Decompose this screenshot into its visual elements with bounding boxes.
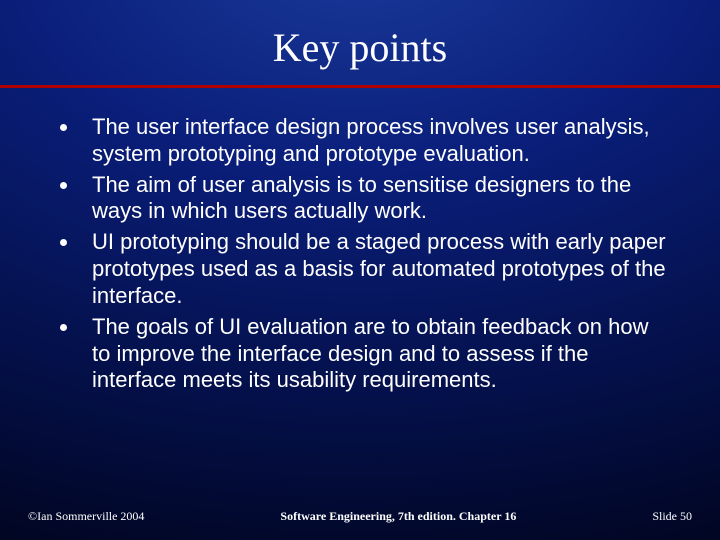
bullet-text: The user interface design process involv… xyxy=(92,114,650,166)
slide: Key points The user interface design pro… xyxy=(0,0,720,540)
bullet-text: UI prototyping should be a staged proces… xyxy=(92,229,666,308)
bullet-text: The aim of user analysis is to sensitise… xyxy=(92,172,631,224)
footer-book-chapter: Software Engineering, 7th edition. Chapt… xyxy=(280,509,516,524)
list-item: The goals of UI evaluation are to obtain… xyxy=(50,314,670,394)
list-item: UI prototyping should be a staged proces… xyxy=(50,229,670,309)
bullet-text: The goals of UI evaluation are to obtain… xyxy=(92,314,648,393)
footer-slide-number: Slide 50 xyxy=(652,509,692,524)
slide-body: The user interface design process involv… xyxy=(0,88,720,394)
slide-title: Key points xyxy=(0,0,720,85)
list-item: The aim of user analysis is to sensitise… xyxy=(50,172,670,226)
slide-footer: ©Ian Sommerville 2004 Software Engineeri… xyxy=(0,509,720,524)
footer-copyright: ©Ian Sommerville 2004 xyxy=(28,509,144,524)
list-item: The user interface design process involv… xyxy=(50,114,670,168)
bullet-list: The user interface design process involv… xyxy=(50,114,670,394)
